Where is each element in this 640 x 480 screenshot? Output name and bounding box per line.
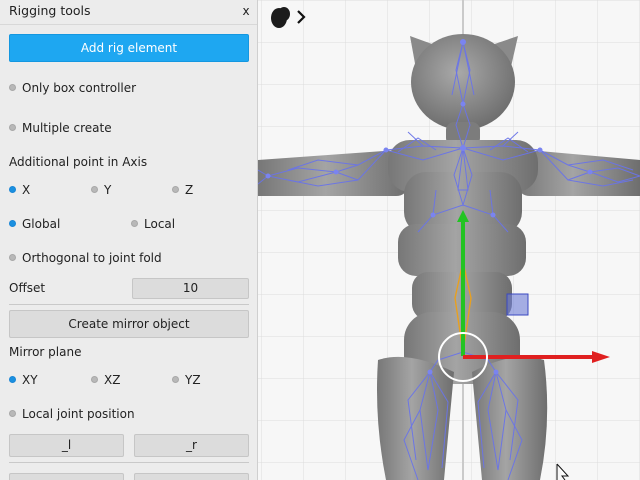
divider xyxy=(9,462,249,463)
rigging-tools-panel: Rigging tools x Add rig element Only box… xyxy=(0,0,258,480)
title-divider xyxy=(0,24,257,25)
radio-indicator xyxy=(9,124,16,131)
extra-button-left[interactable] xyxy=(9,473,124,480)
radio-indicator xyxy=(91,186,98,193)
radio-indicator xyxy=(172,186,179,193)
radio-indicator xyxy=(9,186,16,193)
scene xyxy=(258,0,640,480)
radio-indicator xyxy=(172,376,179,383)
axis-option-z[interactable]: Z xyxy=(172,181,193,199)
axis-option-y[interactable]: Y xyxy=(91,181,111,199)
plane-option-xy[interactable]: XY xyxy=(9,371,38,389)
space-option-global[interactable]: Global xyxy=(9,215,60,233)
radio-indicator xyxy=(9,254,16,261)
radio-indicator xyxy=(91,376,98,383)
offset-label: Offset xyxy=(9,281,46,295)
radio-indicator xyxy=(9,376,16,383)
space-option-local[interactable]: Local xyxy=(131,215,175,233)
orthogonal-option[interactable]: Orthogonal to joint fold xyxy=(9,249,162,267)
only-box-controller-option[interactable]: Only box controller xyxy=(9,79,136,97)
radio-indicator xyxy=(131,220,138,227)
plane-option-xz[interactable]: XZ xyxy=(91,371,120,389)
plane-option-yz[interactable]: YZ xyxy=(172,371,201,389)
radio-indicator xyxy=(9,410,16,417)
mirror-plane-heading: Mirror plane xyxy=(9,345,82,359)
divider xyxy=(9,304,249,305)
add-rig-element-button[interactable]: Add rig element xyxy=(9,34,249,62)
multiple-create-option[interactable]: Multiple create xyxy=(9,119,112,137)
close-button[interactable]: x xyxy=(238,2,254,20)
extra-button-right[interactable] xyxy=(134,473,249,480)
radio-indicator xyxy=(9,84,16,91)
offset-input[interactable]: 10 xyxy=(132,278,249,299)
box-controller[interactable] xyxy=(506,293,529,316)
axis-option-x[interactable]: X xyxy=(9,181,30,199)
panel-title: Rigging tools xyxy=(9,3,91,18)
axis-heading: Additional point in Axis xyxy=(9,155,148,169)
create-mirror-button[interactable]: Create mirror object xyxy=(9,310,249,338)
3d-viewport[interactable] xyxy=(258,0,640,480)
local-joint-position-option[interactable]: Local joint position xyxy=(9,405,135,423)
radio-indicator xyxy=(9,220,16,227)
suffix-right-button[interactable]: _r xyxy=(134,434,249,457)
suffix-left-button[interactable]: _l xyxy=(9,434,124,457)
